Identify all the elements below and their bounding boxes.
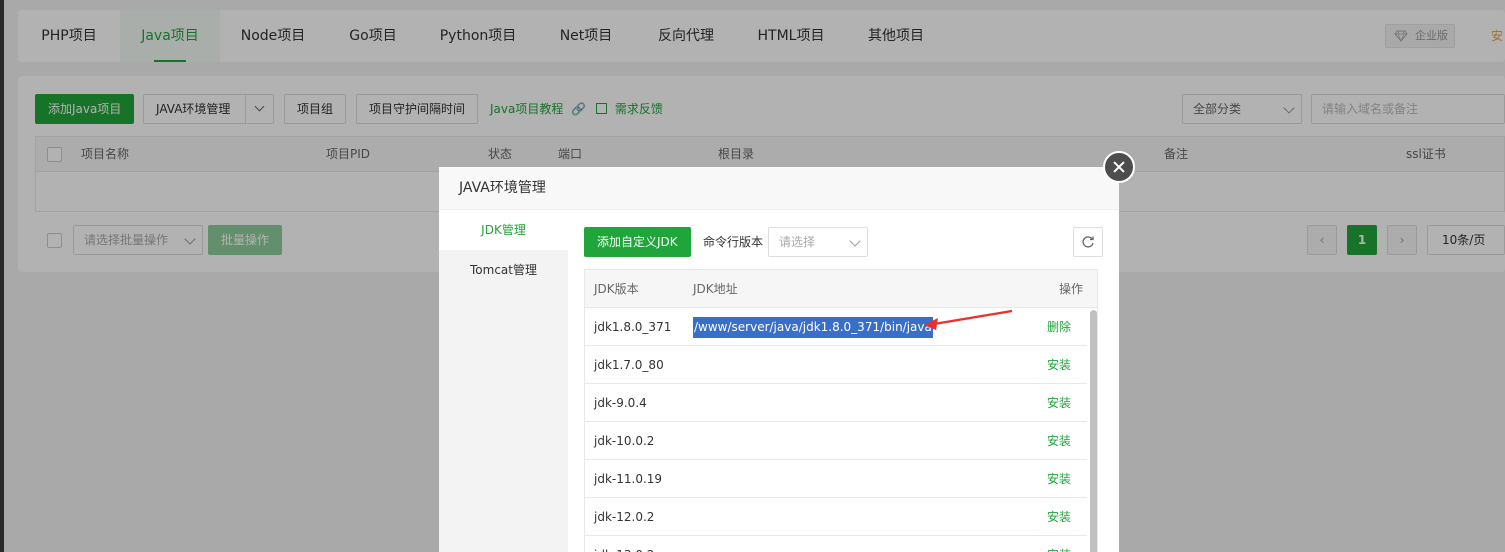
- jdk-table: JDK版本 JDK地址 操作 jdk1.8.0_371 /www/server/…: [584, 269, 1098, 552]
- dialog-side-menu: JDK管理 Tomcat管理: [439, 210, 568, 552]
- col-jdk-path: JDK地址: [693, 282, 738, 296]
- table-row: jdk-10.0.2 安装: [585, 422, 1087, 460]
- close-dialog-button[interactable]: [1103, 151, 1135, 183]
- table-row: jdk-9.0.4 安装: [585, 384, 1087, 422]
- install-link[interactable]: 安装: [1047, 460, 1071, 498]
- jdk-table-scrollbar[interactable]: [1090, 308, 1097, 552]
- table-row: jdk-11.0.19 安装: [585, 460, 1087, 498]
- jdk-version: jdk1.7.0_80: [594, 358, 664, 372]
- col-jdk-version: JDK版本: [594, 282, 639, 296]
- jdk-version: jdk-12.0.2: [594, 510, 655, 524]
- side-tab-tomcat[interactable]: Tomcat管理: [439, 250, 568, 290]
- jdk-version: jdk-10.0.2: [594, 434, 655, 448]
- refresh-button[interactable]: [1073, 227, 1103, 257]
- jdk-version: jdk1.8.0_371: [594, 320, 672, 334]
- delete-link[interactable]: 删除: [1047, 308, 1071, 346]
- col-jdk-action: 操作: [1059, 282, 1084, 296]
- install-link[interactable]: 安装: [1047, 384, 1071, 422]
- install-link[interactable]: 安装: [1047, 498, 1071, 536]
- table-row: jdk1.8.0_371 /www/server/java/jdk1.8.0_3…: [585, 308, 1087, 346]
- dialog-title: JAVA环境管理: [439, 167, 1119, 210]
- scrollbar-thumb[interactable]: [1090, 310, 1097, 552]
- install-link[interactable]: 安装: [1047, 422, 1071, 460]
- cmd-version-label: 命令行版本: [703, 235, 764, 249]
- jdk-table-header: JDK版本 JDK地址 操作: [585, 270, 1097, 308]
- cmd-version-select-value: 请选择: [779, 235, 816, 249]
- refresh-icon: [1082, 236, 1094, 248]
- table-row: jdk-13.0.2 安装: [585, 536, 1087, 552]
- jdk-version: jdk-13.0.2: [594, 536, 654, 552]
- chevron-down-icon: [849, 235, 861, 247]
- jdk-management-panel: 添加自定义JDK 命令行版本 请选择 JDK版本 JDK地址 操作 jdk1.8…: [568, 210, 1119, 552]
- install-link[interactable]: 安装: [1047, 536, 1071, 552]
- jdk-path-selected[interactable]: /www/server/java/jdk1.8.0_371/bin/java: [693, 317, 933, 338]
- add-custom-jdk-button[interactable]: 添加自定义JDK: [584, 227, 691, 257]
- java-env-dialog: JAVA环境管理 JDK管理 Tomcat管理 添加自定义JDK 命令行版本 请…: [439, 167, 1119, 552]
- cmd-version-select[interactable]: 请选择: [768, 227, 868, 257]
- jdk-version: jdk-9.0.4: [594, 396, 647, 410]
- jdk-version: jdk-11.0.19: [594, 472, 663, 486]
- install-link[interactable]: 安装: [1047, 346, 1071, 384]
- table-row: jdk1.7.0_80 安装: [585, 346, 1087, 384]
- table-row: jdk-12.0.2 安装: [585, 498, 1087, 536]
- side-tab-jdk[interactable]: JDK管理: [439, 210, 568, 250]
